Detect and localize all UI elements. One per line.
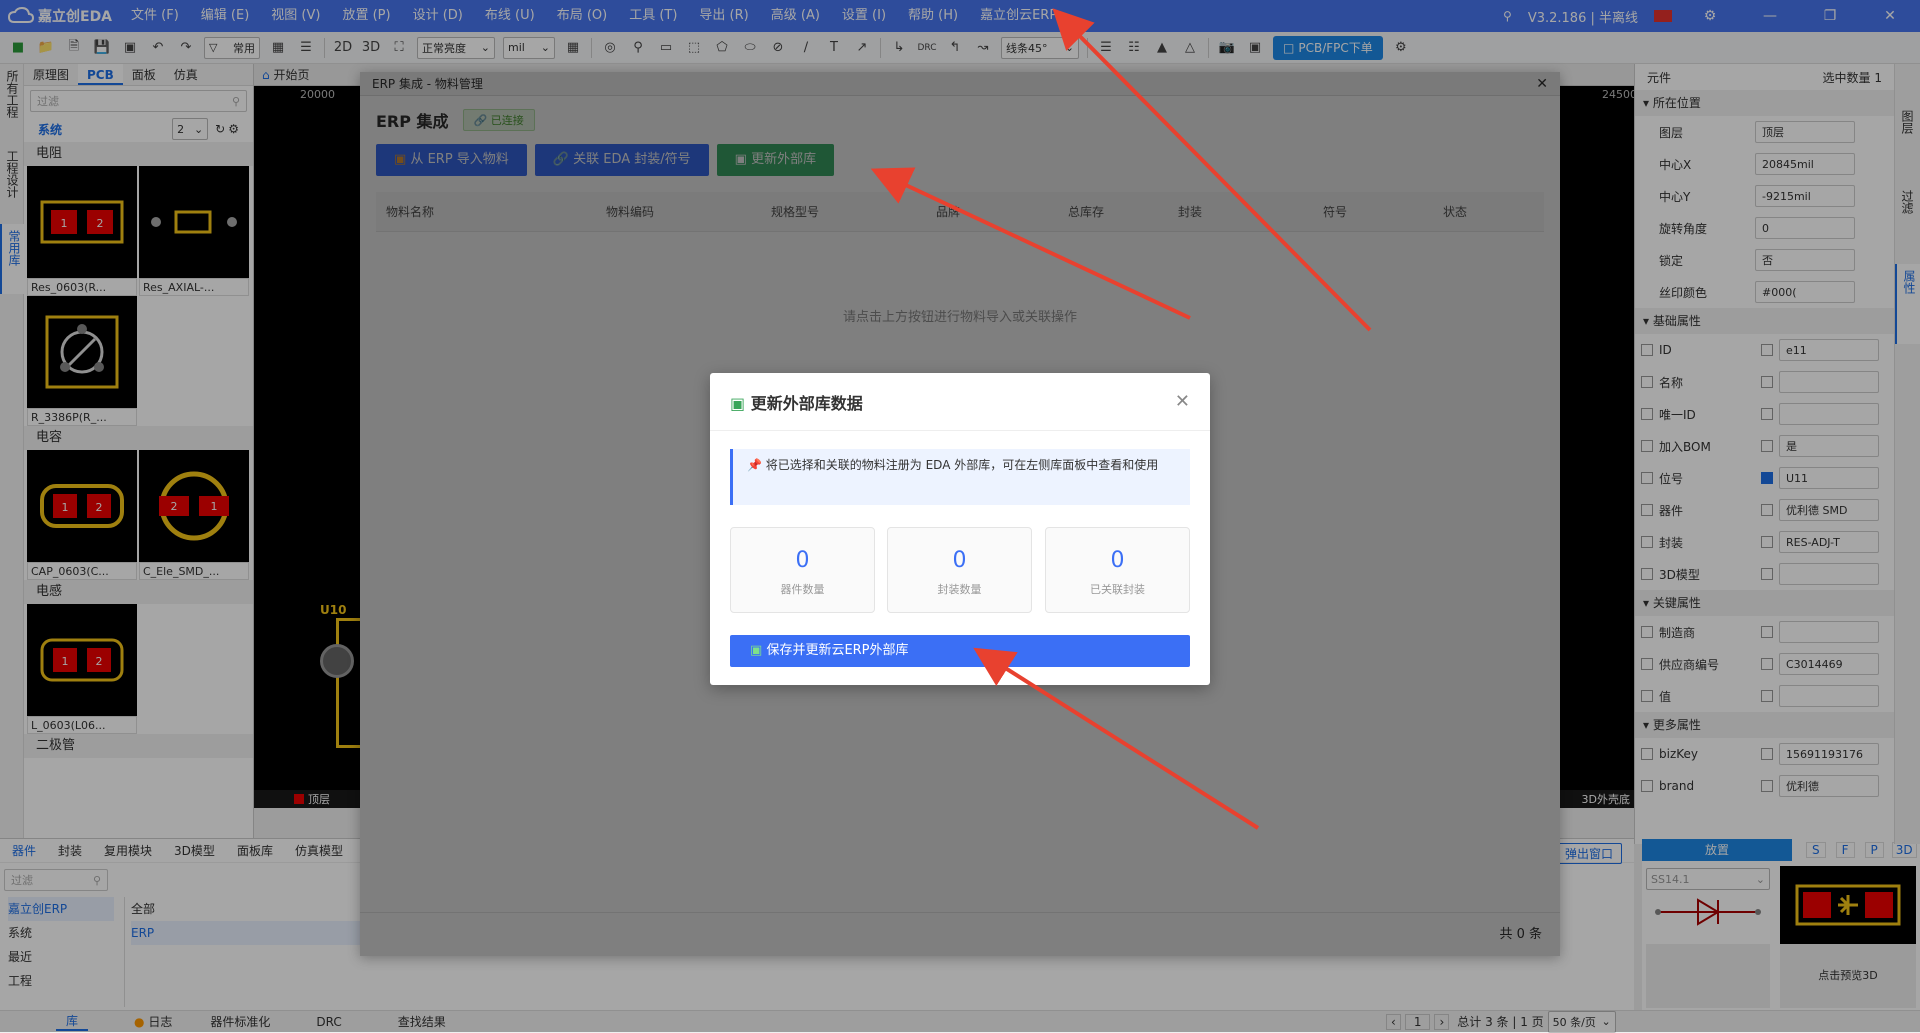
info-text: 将已选择和关联的物料注册为 EDA 外部库，可在左侧库面板中查看和使用 bbox=[765, 458, 1159, 472]
stat-linked: 0 已关联封装 bbox=[1045, 527, 1190, 613]
dialog-title: 更新外部库数据 bbox=[750, 393, 863, 413]
stat-label: 器件数量 bbox=[780, 583, 825, 596]
books-icon: ▣ bbox=[730, 393, 746, 413]
stat-value: 0 bbox=[952, 548, 967, 573]
pin-icon: 📌 bbox=[747, 458, 762, 472]
books-icon: ▣ bbox=[750, 643, 763, 658]
close-icon[interactable]: ✕ bbox=[1175, 391, 1190, 412]
stat-footprints: 0 封装数量 bbox=[887, 527, 1032, 613]
stat-label: 封装数量 bbox=[937, 583, 982, 596]
dialog-info: 📌 将已选择和关联的物料注册为 EDA 外部库，可在左侧库面板中查看和使用 bbox=[730, 449, 1190, 505]
dialog-title-wrap: ▣ 更新外部库数据 bbox=[730, 390, 863, 414]
stat-components: 0 器件数量 bbox=[730, 527, 875, 613]
update-external-lib-dialog: ▣ 更新外部库数据 ✕ 📌 将已选择和关联的物料注册为 EDA 外部库，可在左侧… bbox=[710, 373, 1210, 685]
dialog-header: ▣ 更新外部库数据 ✕ bbox=[710, 373, 1210, 431]
stat-value: 0 bbox=[795, 548, 810, 573]
stat-value: 0 bbox=[1110, 548, 1125, 573]
save-update-button[interactable]: ▣ 保存并更新云ERP外部库 bbox=[730, 635, 1190, 667]
save-update-label: 保存并更新云ERP外部库 bbox=[766, 643, 909, 658]
stat-label: 已关联封装 bbox=[1090, 583, 1145, 596]
